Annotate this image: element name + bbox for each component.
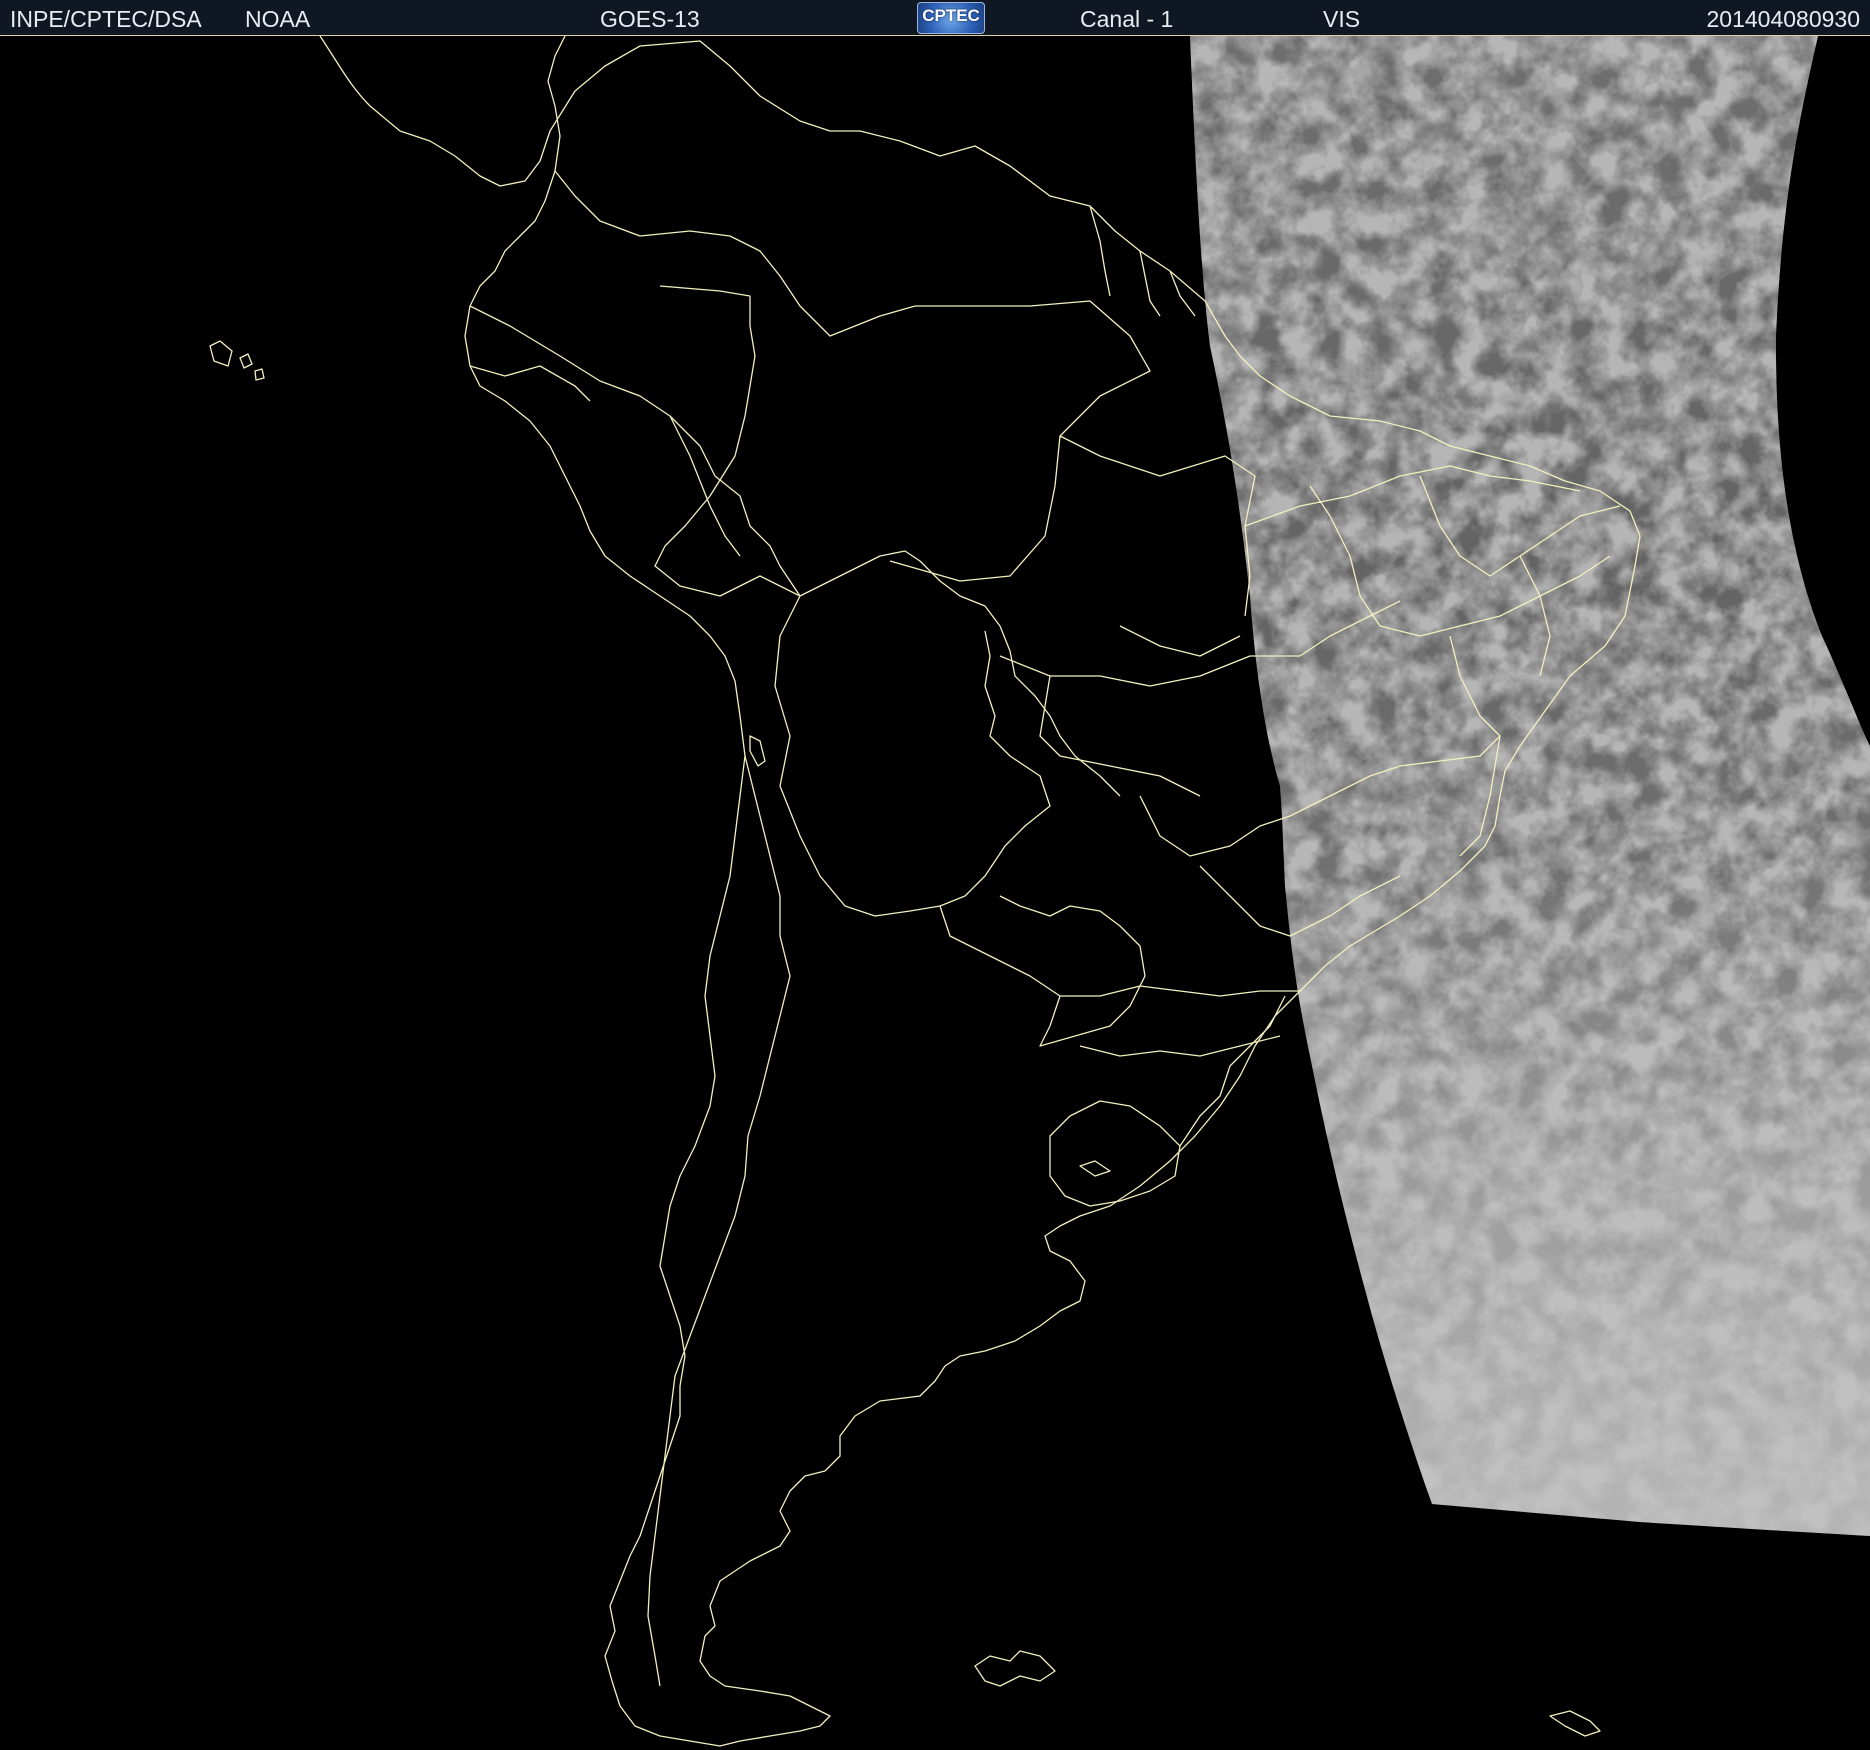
channel-label: Canal - 1 — [1080, 6, 1174, 32]
satellite-map — [0, 36, 1870, 1750]
cptec-logo: CPTEC — [917, 2, 985, 34]
agency-label: NOAA — [245, 6, 311, 32]
organization-label: INPE/CPTEC/DSA — [10, 6, 202, 32]
timestamp-label: 201404080930 — [1706, 6, 1861, 32]
logo-text: CPTEC — [922, 6, 980, 25]
satellite-label: GOES-13 — [600, 6, 700, 32]
band-label: VIS — [1323, 6, 1361, 32]
header-bar: INPE/CPTEC/DSA NOAA GOES-13 CPTEC Canal … — [0, 0, 1870, 36]
